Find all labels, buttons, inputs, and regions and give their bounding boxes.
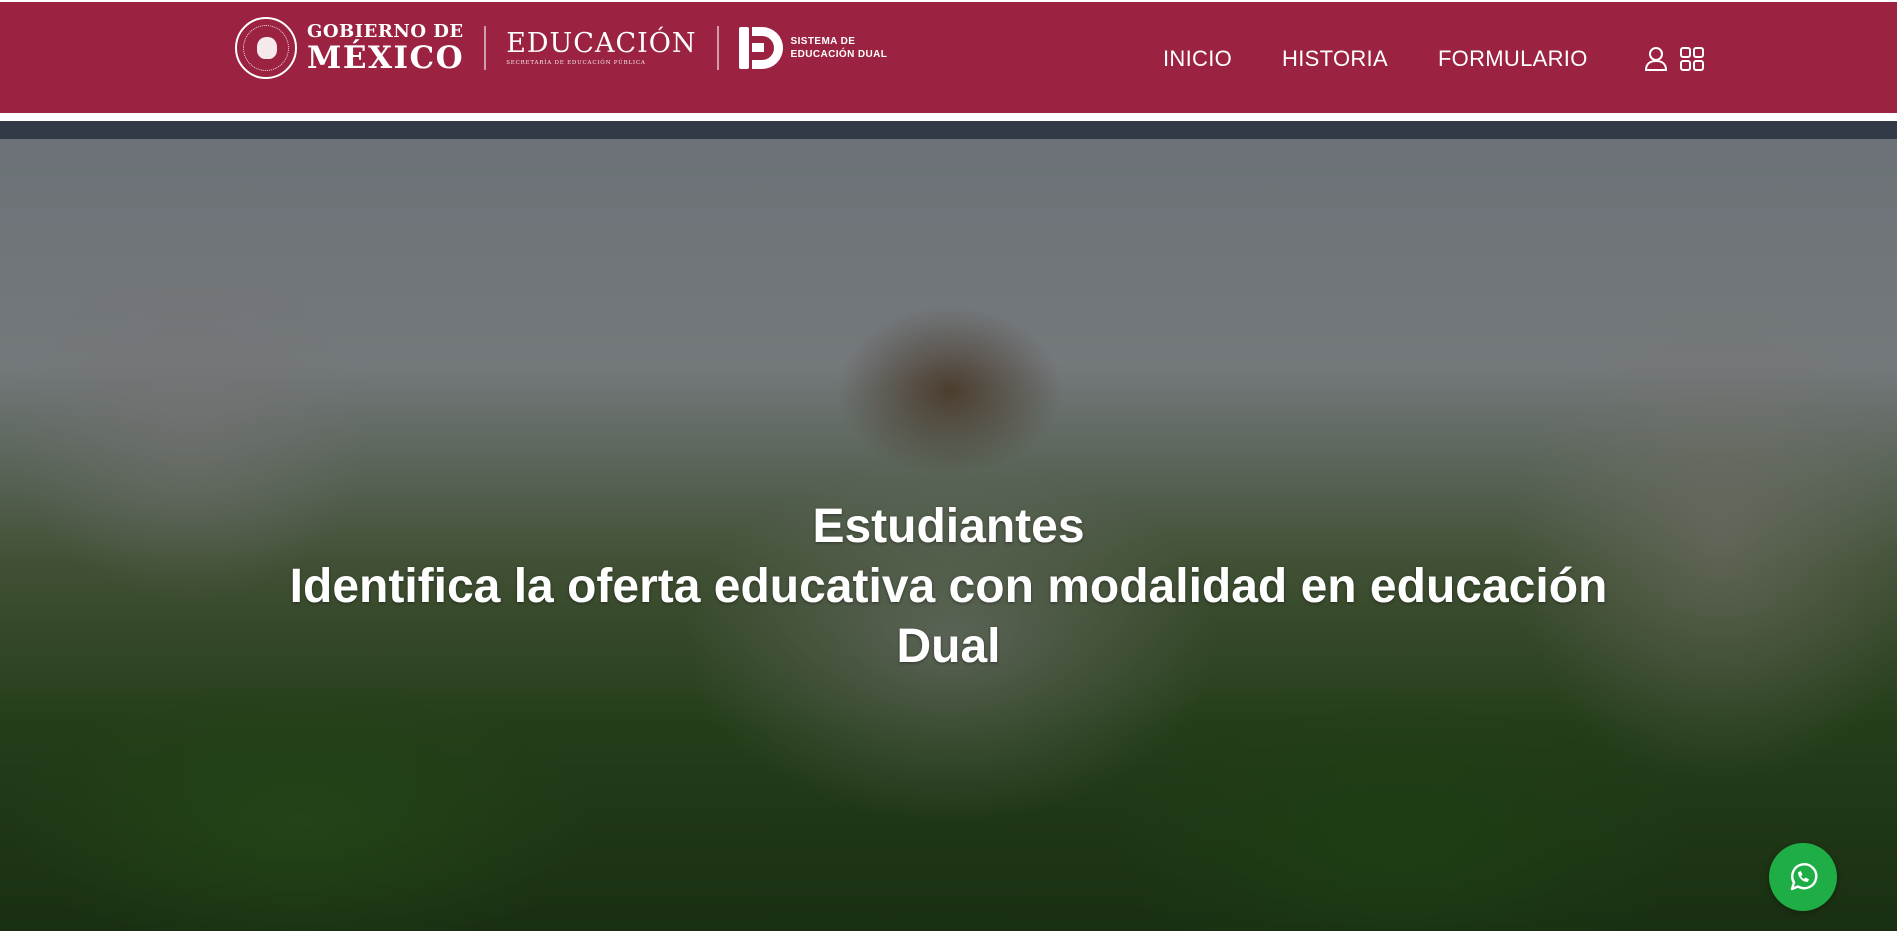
- logo-divider: [716, 26, 719, 70]
- main-nav: INICIO HISTORIA FORMULARIO: [1163, 46, 1714, 72]
- hero-heading: Estudiantes Identifica la oferta educati…: [0, 497, 1897, 677]
- hero-banner: Estudiantes Identifica la oferta educati…: [0, 121, 1897, 931]
- mexico-seal-icon: [235, 17, 297, 79]
- hero-subtitle: Identifica la oferta educativa con modal…: [289, 560, 1608, 673]
- user-icon[interactable]: [1644, 46, 1668, 72]
- sistema-educacion-dual-logo: SISTEMA DE EDUCACIÓN DUAL: [738, 27, 888, 69]
- hero-shade-net: [0, 121, 1897, 139]
- whatsapp-button[interactable]: [1769, 843, 1837, 911]
- gobierno-logo-line1: GOBIERNO DE: [307, 20, 464, 42]
- whatsapp-icon: [1790, 863, 1818, 891]
- logo-group[interactable]: GOBIERNO DE MÉXICO EDUCACIÓN SECRETARÍA …: [235, 16, 887, 80]
- educacion-logo-title: EDUCACIÓN: [506, 27, 697, 59]
- sed-logo-line2: EDUCACIÓN DUAL: [790, 49, 888, 60]
- educacion-logo-subtitle: SECRETARÍA DE EDUCACIÓN PÚBLICA: [506, 59, 646, 66]
- logo-divider: [484, 26, 487, 70]
- gobierno-logo-line2: MÉXICO: [307, 39, 465, 76]
- hero-title: Estudiantes: [812, 500, 1085, 553]
- sed-logo-line1: SISTEMA DE: [790, 36, 856, 47]
- educacion-logo: EDUCACIÓN SECRETARÍA DE EDUCACIÓN PÚBLIC…: [506, 30, 696, 67]
- site-header: GOBIERNO DE MÉXICO EDUCACIÓN SECRETARÍA …: [0, 2, 1897, 113]
- grid-apps-icon[interactable]: [1679, 46, 1704, 72]
- nav-link-inicio[interactable]: INICIO: [1163, 46, 1232, 72]
- nav-link-historia[interactable]: HISTORIA: [1282, 46, 1388, 72]
- nav-link-formulario[interactable]: FORMULARIO: [1438, 46, 1588, 72]
- sed-logo-mark-icon: [738, 27, 783, 69]
- gobierno-de-mexico-logo: GOBIERNO DE MÉXICO: [307, 20, 465, 76]
- header-divider: [0, 113, 1897, 121]
